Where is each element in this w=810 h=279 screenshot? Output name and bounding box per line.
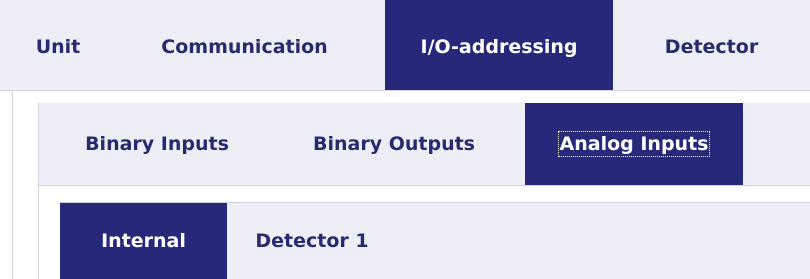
analog-source-tab-bar: Internal Detector 1 bbox=[60, 202, 810, 279]
tab-unit[interactable]: Unit bbox=[0, 0, 104, 90]
tab-detector-1[interactable]: Detector 1 bbox=[227, 203, 397, 279]
tab-internal[interactable]: Internal bbox=[60, 203, 227, 279]
main-tab-bar: Unit Communication I/O-addressing Detect… bbox=[0, 0, 810, 91]
tab-binary-inputs[interactable]: Binary Inputs bbox=[39, 103, 263, 185]
tab-detector[interactable]: Detector bbox=[613, 0, 810, 90]
tab-analog-inputs[interactable]: Analog Inputs bbox=[525, 103, 743, 185]
tab-communication[interactable]: Communication bbox=[104, 0, 385, 90]
io-sub-tab-bar: Binary Inputs Binary Outputs Analog Inpu… bbox=[38, 103, 810, 186]
tab-binary-outputs[interactable]: Binary Outputs bbox=[263, 103, 525, 185]
tab-analog-inputs-label: Analog Inputs bbox=[557, 131, 711, 157]
tab-io-addressing[interactable]: I/O-addressing bbox=[385, 0, 613, 90]
